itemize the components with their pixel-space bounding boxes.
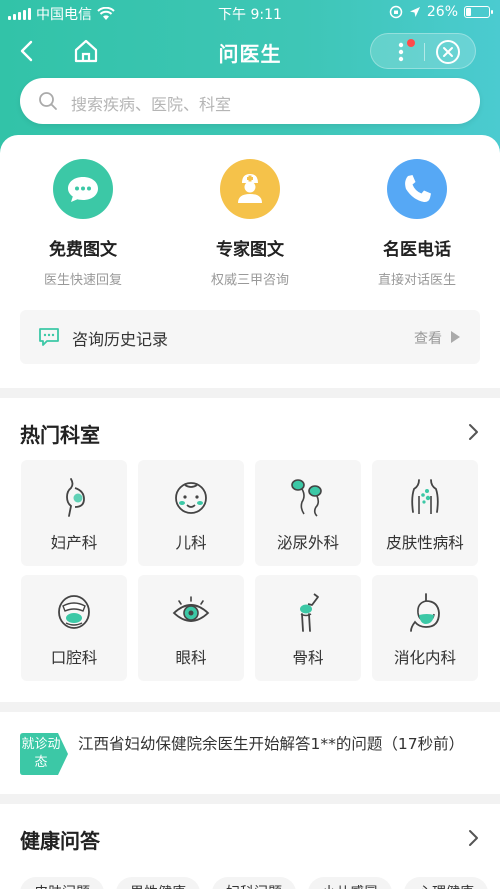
sperm-icon xyxy=(291,479,322,517)
search-bar[interactable]: 搜索疾病、医院、科室 xyxy=(20,78,480,124)
department-ophthalmology[interactable]: 眼科 xyxy=(138,575,244,681)
department-name: 泌尿外科 xyxy=(276,534,339,552)
news-tag-label: 就诊动态 xyxy=(21,737,61,770)
home-icon[interactable] xyxy=(72,37,100,65)
phone-icon xyxy=(387,159,447,219)
baby-face-icon xyxy=(175,482,207,514)
department-gastroenterology[interactable]: 消化内科 xyxy=(372,575,478,681)
chat-history-icon xyxy=(39,328,59,346)
services-card: 免费图文 医生快速回复 专家图文 权威三甲咨询 名医电话 直接对话医生 咨询历史… xyxy=(0,135,500,388)
battery-percent: 26% xyxy=(426,4,458,20)
news-tag: 就诊动态 xyxy=(20,733,68,775)
search-icon xyxy=(39,92,57,110)
department-pediatrics[interactable]: 儿科 xyxy=(138,460,244,566)
department-name: 消化内科 xyxy=(393,649,456,667)
close-icon[interactable] xyxy=(435,39,461,65)
capsule-divider xyxy=(424,43,425,61)
section-title: 健康问答 xyxy=(20,829,100,853)
play-arrow-icon xyxy=(451,331,460,343)
department-name: 口腔科 xyxy=(50,649,98,667)
department-name: 儿科 xyxy=(175,534,207,552)
service-phone[interactable]: 名医电话 直接对话医生 xyxy=(334,159,500,288)
service-expert-text[interactable]: 专家图文 权威三甲咨询 xyxy=(167,159,333,288)
department-stomatology[interactable]: 口腔科 xyxy=(21,575,127,681)
status-bar: 中国电信 下午 9:11 26% xyxy=(0,0,500,26)
qa-chip[interactable]: 皮肤问题 xyxy=(20,877,104,889)
qa-chip[interactable]: 男性健康 xyxy=(116,877,200,889)
chevron-right-icon[interactable] xyxy=(462,421,484,443)
doctor-icon xyxy=(220,159,280,219)
qa-chip[interactable]: 妇科问题 xyxy=(212,877,296,889)
consult-history-row[interactable]: 咨询历史记录 查看 xyxy=(20,310,480,364)
service-title: 免费图文 xyxy=(49,240,117,260)
qa-chip[interactable]: 小儿感冒 xyxy=(308,877,392,889)
department-dermatology[interactable]: 皮肤性病科 xyxy=(372,460,478,566)
service-title: 专家图文 xyxy=(216,240,284,260)
service-free-text[interactable]: 免费图文 医生快速回复 xyxy=(0,159,166,288)
departments-card: 热门科室 妇产科 儿科 泌尿外科 皮肤性病科 口腔科 眼科 骨科 消化内科 xyxy=(0,398,500,702)
consult-news-card: 就诊动态 江西省妇幼保健院余医生开始解答1**的问题（17秒前） xyxy=(0,712,500,794)
service-subtitle: 医生快速回复 xyxy=(43,273,122,288)
department-name: 妇产科 xyxy=(50,534,98,552)
department-name: 眼科 xyxy=(175,649,207,667)
service-subtitle: 权威三甲咨询 xyxy=(210,273,289,288)
news-text[interactable]: 江西省妇幼保健院余医生开始解答1**的问题（17秒前） xyxy=(78,732,478,757)
back-arrow-icon[interactable] xyxy=(14,37,42,65)
notification-dot xyxy=(407,39,415,47)
department-urology[interactable]: 泌尿外科 xyxy=(255,460,361,566)
location-icon xyxy=(409,7,420,17)
eye-icon xyxy=(172,596,210,622)
stomach-icon xyxy=(410,593,440,632)
mini-program-capsule xyxy=(370,33,476,69)
mouth-icon xyxy=(58,595,90,629)
skin-body-icon xyxy=(411,479,439,514)
department-name: 皮肤性病科 xyxy=(386,534,464,552)
pregnancy-icon xyxy=(66,478,85,517)
search-input[interactable]: 搜索疾病、医院、科室 xyxy=(71,91,231,115)
section-title: 热门科室 xyxy=(20,423,100,447)
orientation-lock-icon xyxy=(389,5,403,19)
qa-chip[interactable]: 心理健康 xyxy=(404,877,488,889)
chevron-right-icon[interactable] xyxy=(462,827,484,849)
nav-bar: 问医生 xyxy=(0,26,500,76)
department-orthopedics[interactable]: 骨科 xyxy=(255,575,361,681)
health-qa-card: 健康问答 皮肤问题 男性健康 妇科问题 小儿感冒 心理健康 xyxy=(0,804,500,889)
battery-icon xyxy=(464,6,493,18)
service-title: 名医电话 xyxy=(383,240,451,260)
department-obstetrics[interactable]: 妇产科 xyxy=(21,460,127,566)
history-label: 咨询历史记录 xyxy=(72,330,169,349)
chat-bubble-icon xyxy=(53,159,113,219)
department-name: 骨科 xyxy=(292,649,324,667)
history-view-link[interactable]: 查看 xyxy=(414,328,442,348)
service-subtitle: 直接对话医生 xyxy=(377,273,456,288)
bone-joint-icon xyxy=(300,593,319,632)
